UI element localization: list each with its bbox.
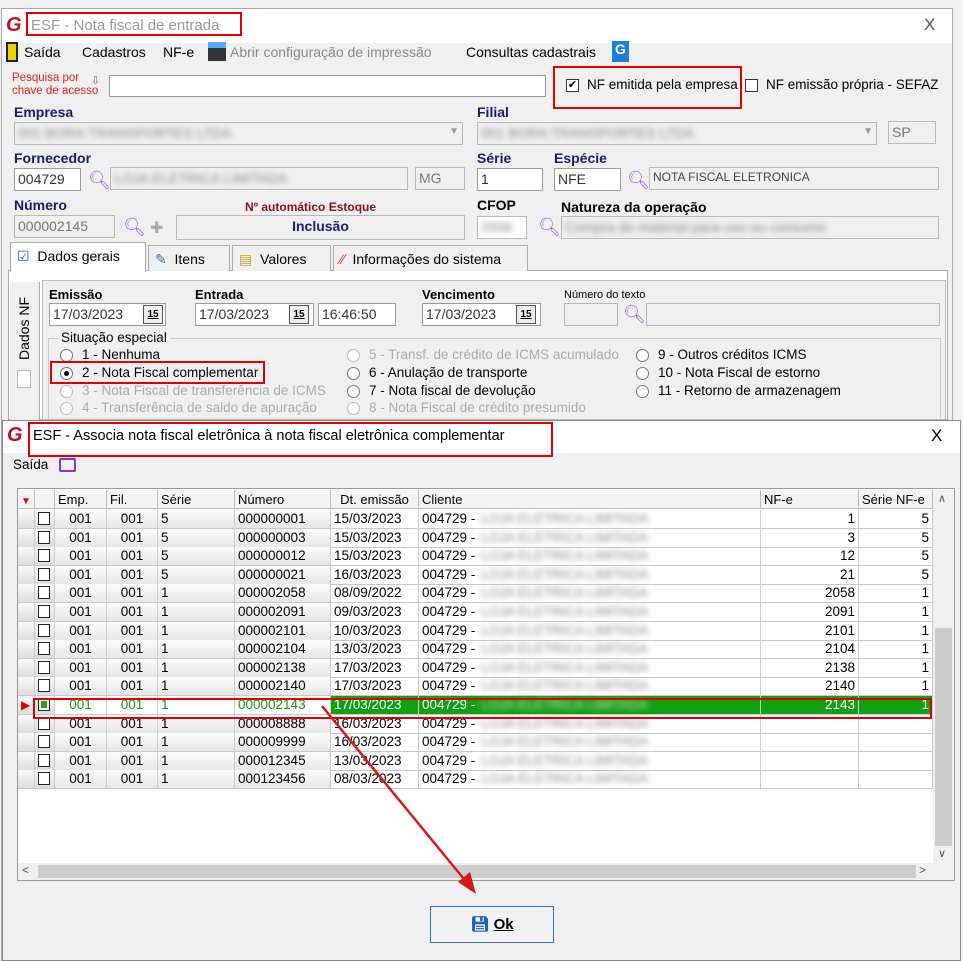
save-icon: 💾︎ xyxy=(470,916,490,933)
annotation-arrow xyxy=(321,705,476,894)
ok-button[interactable]: 💾︎ Ok xyxy=(430,906,554,943)
